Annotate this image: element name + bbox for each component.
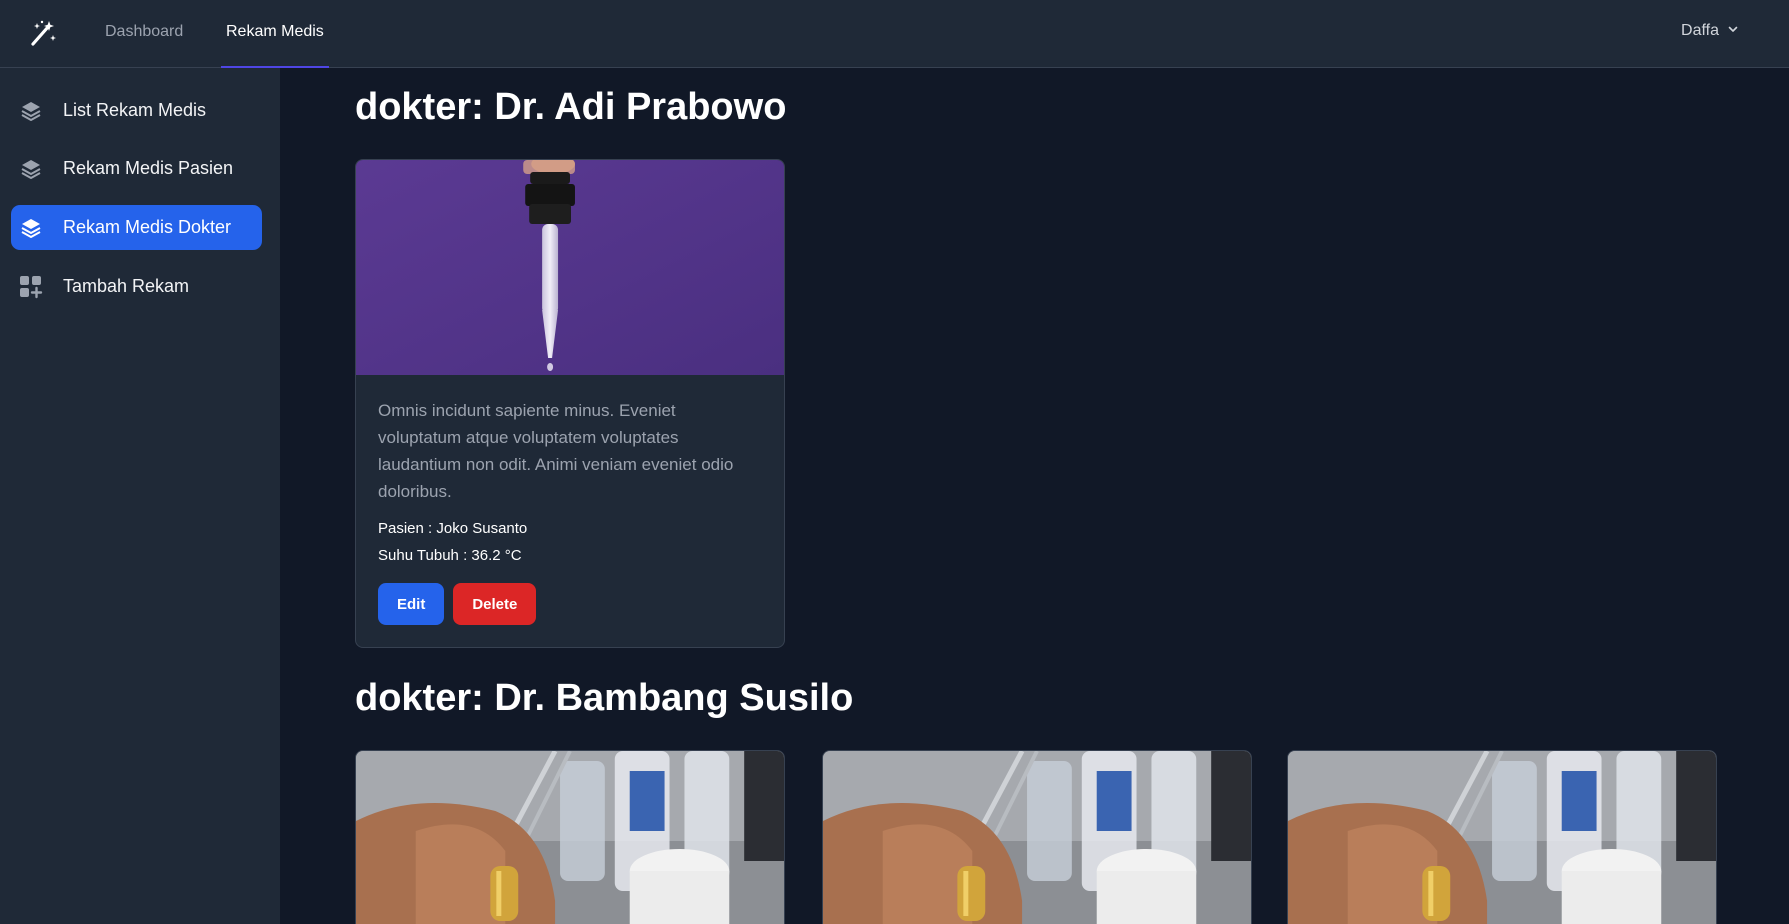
record-image	[823, 751, 1251, 924]
sidebar-item-list-rekam-medis[interactable]: List Rekam Medis	[11, 88, 262, 133]
patient-name: Pasien : Joko Susanto	[378, 520, 528, 537]
record-card	[822, 750, 1252, 924]
layers-icon	[19, 216, 43, 240]
edit-button[interactable]: Edit	[378, 583, 445, 625]
sidebar-item-rekam-medis-pasien[interactable]: Rekam Medis Pasien	[11, 146, 262, 191]
sidebar-item-label: List Rekam Medis	[63, 100, 207, 120]
layers-icon	[19, 99, 43, 123]
delete-button[interactable]: Delete	[453, 583, 537, 625]
record-card	[355, 750, 785, 924]
record-card	[1287, 750, 1717, 924]
sidebar-item-rekam-medis-dokter[interactable]: Rekam Medis Dokter	[11, 205, 262, 250]
chevron-down-icon	[1727, 22, 1739, 40]
sidebar-item-label: Rekam Medis Dokter	[63, 217, 232, 237]
record-image	[356, 751, 784, 924]
doctor-heading: dokter: Dr. Bambang Susilo	[355, 677, 854, 719]
record-image	[356, 160, 784, 375]
nav-link-rekam-medis[interactable]: Rekam Medis	[221, 0, 329, 68]
record-image	[1288, 751, 1716, 924]
sidebar-item-label: Tambah Rekam	[63, 276, 190, 296]
doctor-heading: dokter: Dr. Adi Prabowo	[355, 86, 787, 128]
magic-wand-icon[interactable]	[28, 18, 58, 48]
body-temperature: Suhu Tubuh : 36.2 °C	[378, 547, 522, 564]
layers-icon	[19, 157, 43, 181]
sidebar-item-tambah-rekam[interactable]: Tambah Rekam	[11, 264, 262, 309]
record-description: Omnis incidunt sapiente minus. Eveniet v…	[378, 401, 734, 501]
grid-plus-icon	[19, 275, 43, 299]
user-name: Daffa	[1681, 22, 1719, 39]
nav-link-dashboard[interactable]: Dashboard	[105, 0, 183, 68]
sidebar-item-label: Rekam Medis Pasien	[63, 158, 234, 178]
user-menu[interactable]: Daffa	[1681, 22, 1739, 40]
sidebar: List Rekam Medis Rekam Medis Pasien Reka…	[0, 68, 280, 924]
top-navbar: Dashboard Rekam Medis Daffa	[0, 0, 1789, 68]
record-card: Omnis incidunt sapiente minus. Eveniet v…	[355, 159, 785, 648]
